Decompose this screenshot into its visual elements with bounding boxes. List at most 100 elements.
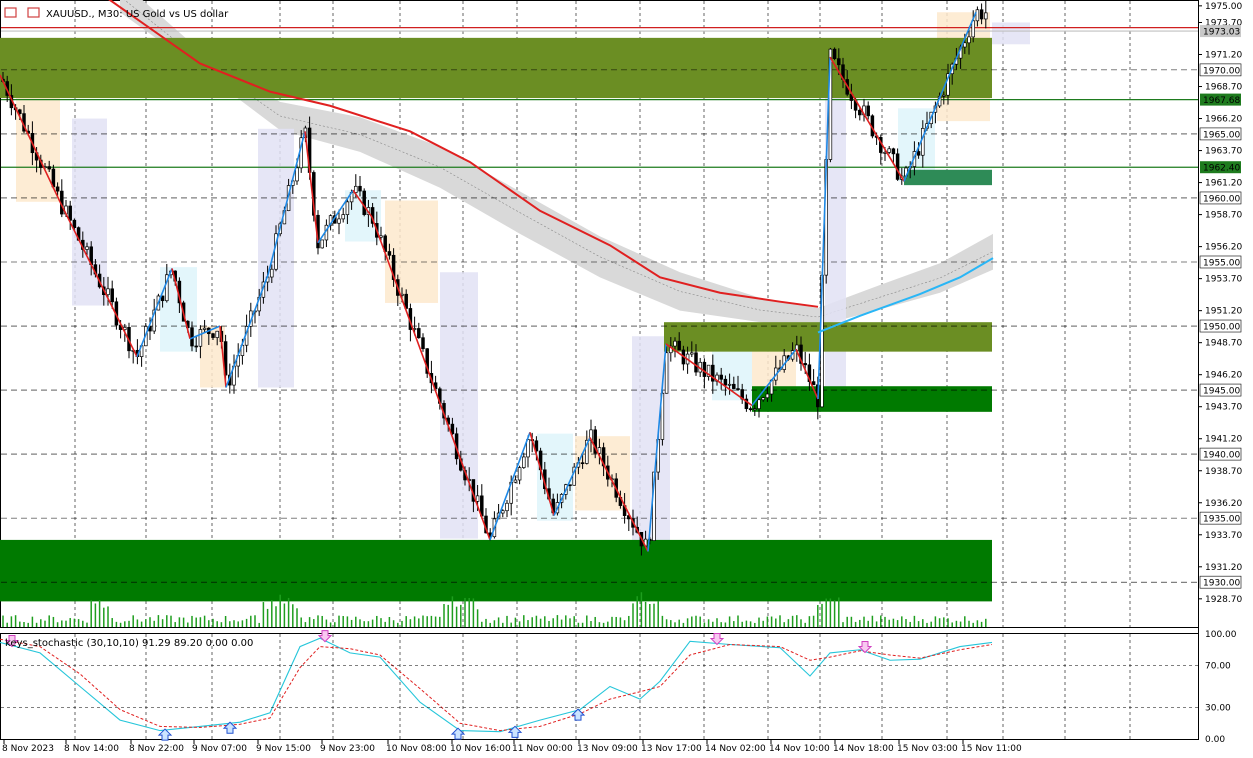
candle-body [55, 186, 60, 192]
candle-body [753, 408, 757, 411]
price-tick-label: 1968.70 [1205, 83, 1242, 93]
price-tick-label: 1946.20 [1205, 371, 1242, 381]
candle-body [110, 288, 114, 303]
candle-body [513, 479, 518, 483]
time-tick-label: 10 Nov 08:00 [386, 744, 447, 754]
supply-demand-zone[interactable] [904, 169, 992, 186]
time-tick-label: 15 Nov 11:00 [961, 744, 1022, 754]
price-level-badge-label: 1962.40 [1203, 164, 1240, 174]
candle-body [732, 383, 736, 389]
candle-body [866, 105, 870, 117]
time-tick-label: 8 Nov 22:00 [129, 744, 184, 754]
candle-body [198, 329, 203, 347]
candle-body [72, 219, 77, 228]
candle-body [475, 495, 480, 502]
candle-body [963, 42, 967, 48]
candle-body [387, 251, 392, 256]
price-level-badge-label: 1930.00 [1203, 579, 1240, 589]
candle-body [215, 330, 219, 338]
price-tick-label: 1948.70 [1205, 339, 1242, 349]
price-tick-label: 1931.20 [1205, 563, 1242, 573]
candle-body [677, 340, 681, 351]
price-tick-label: 1961.20 [1205, 179, 1242, 189]
time-tick-label: 14 Nov 10:00 [769, 744, 830, 754]
indicator-tick-label: 30.00 [1205, 704, 1231, 714]
candle-body [891, 148, 896, 155]
time-tick-label: 14 Nov 18:00 [833, 744, 894, 754]
price-tick-label: 1933.70 [1205, 531, 1242, 541]
price-tick-label: 1941.20 [1205, 435, 1242, 445]
price-tick-label: 1966.20 [1205, 115, 1242, 125]
candle-body [723, 378, 728, 386]
candle-body [942, 94, 946, 97]
supply-demand-zone[interactable] [664, 322, 992, 352]
candle-body [320, 239, 324, 249]
time-tick-label: 8 Nov 2023 [2, 744, 54, 754]
price-tick-label: 1928.70 [1205, 595, 1242, 605]
candle-body [417, 328, 421, 339]
time-tick-label: 8 Nov 14:00 [64, 744, 119, 754]
swing-highlight-box [72, 118, 107, 306]
candle-body [916, 151, 921, 156]
candle-body [341, 214, 345, 220]
price-level-badge-label: 1935.00 [1203, 515, 1240, 525]
chart-type-icon[interactable] [27, 7, 40, 18]
time-tick-label: 14 Nov 02:00 [705, 744, 766, 754]
candle-body [702, 361, 707, 377]
swing-highlight-box [992, 22, 1030, 45]
candle-body [921, 127, 925, 156]
candle-body [761, 397, 765, 401]
price-level-badge-label: 1950.00 [1203, 323, 1240, 333]
candle-body [664, 352, 669, 394]
candle-body [362, 190, 366, 215]
price-tick-label: 1975.00 [1205, 2, 1242, 12]
candle-body [421, 337, 425, 350]
price-tick-label: 1936.20 [1205, 499, 1242, 509]
price-tick-label: 1971.20 [1205, 51, 1242, 61]
time-tick-label: 9 Nov 23:00 [320, 744, 375, 754]
price-tick-label: 1963.70 [1205, 147, 1242, 157]
candle-body [694, 352, 698, 373]
candle-body [757, 399, 761, 410]
candle-body [736, 388, 740, 390]
candle-body [967, 36, 971, 44]
chart-title: XAUUSD., M30: US Gold vs US dollar [46, 9, 229, 20]
price-level-badge-label: 1940.00 [1203, 451, 1240, 461]
supply-demand-zone[interactable] [0, 539, 992, 602]
price-level-badge-label: 1960.00 [1203, 194, 1240, 204]
candle-body [895, 153, 900, 180]
candle-body [971, 20, 975, 38]
menu-icon[interactable] [4, 7, 17, 18]
swing-highlight-box [385, 200, 438, 303]
candle-body [517, 467, 522, 481]
price-level-badge-label: 1965.00 [1203, 130, 1240, 140]
price-tick-label: 1953.70 [1205, 275, 1242, 285]
candle-body [979, 9, 984, 20]
price-tick-label: 1951.20 [1205, 307, 1242, 317]
price-level-badge-label: 1967.68 [1203, 96, 1240, 106]
time-tick-label: 13 Nov 09:00 [577, 744, 638, 754]
candle-body [837, 58, 841, 66]
candle-body [501, 510, 505, 514]
candle-body [358, 185, 362, 192]
candle-body [202, 327, 207, 330]
candle-body [984, 12, 988, 20]
candle-body [47, 166, 51, 170]
price-tick-label: 1943.70 [1205, 403, 1242, 413]
swing-highlight-box [712, 349, 752, 401]
candle-body [748, 408, 753, 411]
candle-body [194, 345, 198, 348]
candle-body [505, 502, 509, 512]
time-tick-label: 9 Nov 15:00 [256, 744, 311, 754]
candle-body [106, 288, 110, 296]
candle-body [345, 201, 350, 215]
candle-body [673, 340, 677, 347]
price-tick-label: 1956.20 [1205, 243, 1242, 253]
candle-body [337, 218, 341, 224]
candle-body [522, 456, 526, 468]
price-tick-label: 1958.70 [1205, 211, 1242, 221]
indicator-tick-label: 100.00 [1205, 630, 1237, 640]
candle-body [975, 9, 980, 22]
price-level-badge-label: 1945.00 [1203, 387, 1240, 397]
candle-body [295, 167, 299, 182]
